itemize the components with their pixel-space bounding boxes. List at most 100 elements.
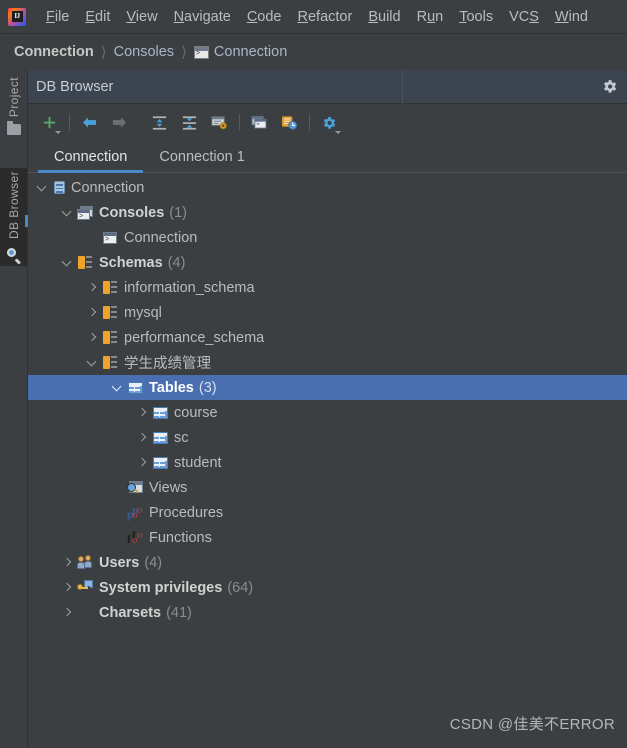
breadcrumb-item-console-label: Connection	[213, 44, 288, 60]
schema-icon	[102, 280, 119, 296]
menu-item-navigate[interactable]: Navigate	[166, 7, 239, 27]
tree-row-label: performance_schema	[124, 329, 265, 346]
chevron-down-icon[interactable]	[111, 381, 124, 394]
menu-item-window[interactable]: Wind	[547, 7, 596, 27]
tree-row[interactable]: sc	[28, 425, 627, 450]
tree-row-label: System privileges	[99, 579, 223, 596]
chevron-right-icon[interactable]	[86, 281, 99, 294]
schema-icon	[102, 305, 119, 321]
tree-row-count: (4)	[144, 554, 163, 571]
tree-row[interactable]: Connection	[28, 225, 627, 250]
back-button[interactable]	[76, 110, 102, 136]
tree-row[interactable]: performance_schema	[28, 325, 627, 350]
sidebar-button-db-browser[interactable]: DB Browser	[0, 168, 28, 267]
tree-row-label: 学生成绩管理	[124, 356, 211, 372]
open-console-button[interactable]: >	[246, 110, 272, 136]
tree-row[interactable]: mysql	[28, 300, 627, 325]
tree-row[interactable]: 学生成绩管理	[28, 350, 627, 375]
table-icon	[152, 405, 169, 421]
consoles-icon	[77, 205, 94, 221]
chevron-right-icon[interactable]	[136, 431, 149, 444]
tree-row[interactable]: Users (4)	[28, 550, 627, 575]
menu-item-view[interactable]: View	[118, 7, 165, 27]
tree-row[interactable]: System privileges (64)	[28, 575, 627, 600]
tab-connection-1[interactable]: Connection 1	[143, 146, 260, 172]
chevron-down-icon[interactable]	[61, 206, 74, 219]
tree-row-count: (4)	[167, 254, 186, 271]
menu-item-edit[interactable]: Edit	[77, 7, 118, 27]
add-button[interactable]	[36, 110, 62, 136]
schemas-icon	[77, 255, 94, 271]
menu-item-vcs[interactable]: VCS	[501, 7, 547, 27]
history-button[interactable]	[276, 110, 302, 136]
watermark: CSDN @佳美不ERROR	[449, 716, 615, 733]
tree-row[interactable]: Consoles(1)	[28, 200, 627, 225]
chevron-right-icon[interactable]	[86, 331, 99, 344]
chevron-down-icon[interactable]	[61, 256, 74, 269]
users-icon	[77, 554, 94, 571]
chevron-right-icon[interactable]	[61, 581, 74, 594]
tree-row-label: student	[174, 454, 222, 471]
chevron-right-icon[interactable]	[136, 456, 149, 469]
tree-row-count: (64)	[227, 579, 254, 596]
schema-icon	[102, 355, 119, 371]
tree-row[interactable]: p p o o Procedures	[28, 500, 627, 525]
menu-item-run[interactable]: Run	[409, 7, 452, 27]
properties-button[interactable]	[206, 110, 232, 136]
expand-all-button[interactable]	[146, 110, 172, 136]
chevron-down-icon[interactable]	[86, 356, 99, 369]
tree-row-count: (41)	[166, 604, 192, 621]
tree-row[interactable]: information_schema	[28, 275, 627, 300]
panel-toolbar: >	[28, 104, 627, 141]
chevron-right-icon[interactable]	[61, 556, 74, 569]
console-icon	[102, 230, 119, 246]
folder-icon	[6, 121, 21, 136]
tree-row-count: (1)	[169, 204, 187, 221]
schema-icon	[102, 330, 119, 346]
toolbar-separator	[239, 114, 240, 131]
sidebar-button-project-label: Project	[6, 77, 21, 118]
settings-button[interactable]	[316, 110, 342, 136]
tree-row[interactable]: Connection	[28, 175, 627, 200]
tab-connection[interactable]: Connection	[38, 146, 144, 173]
breadcrumb: Connection ⟩ Consoles ⟩ Connection	[0, 35, 627, 69]
sidebar-button-project[interactable]: Project	[0, 74, 27, 141]
tree-row-label: Users	[99, 554, 140, 571]
tree-row[interactable]: Views	[28, 475, 627, 500]
tree-row[interactable]: course	[28, 400, 627, 425]
chevron-down-icon	[335, 130, 341, 134]
menu-item-code[interactable]: Code	[239, 7, 290, 27]
tool-window-sidebar: Project DB Browser	[0, 70, 28, 748]
breadcrumb-item-connection[interactable]: Connection	[14, 44, 94, 60]
menu-item-refactor[interactable]: Refactor	[290, 7, 361, 27]
breadcrumb-item-consoles[interactable]: Consoles	[114, 44, 174, 60]
chevron-down-icon[interactable]	[36, 181, 49, 194]
menu-item-file[interactable]: File	[38, 7, 77, 27]
panel-title: DB Browser	[36, 78, 114, 95]
tree-row[interactable]: f f o o Functions	[28, 525, 627, 550]
menu-item-tools[interactable]: Tools	[451, 7, 501, 27]
chevron-right-icon[interactable]	[61, 606, 74, 619]
menu-item-build[interactable]: Build	[360, 7, 408, 27]
tree-row-label: Views	[149, 479, 188, 496]
tree-row-label: course	[174, 404, 218, 421]
tree-row[interactable]: student	[28, 450, 627, 475]
breadcrumb-separator: ⟩	[181, 44, 187, 61]
no-icon	[77, 605, 94, 621]
gear-icon[interactable]	[601, 78, 618, 95]
breadcrumb-item-console[interactable]: Connection	[193, 44, 288, 60]
privileges-icon	[77, 579, 94, 596]
tree-row-label: Procedures	[149, 504, 224, 521]
chevron-right-icon[interactable]	[86, 306, 99, 319]
db-browser-panel: DB Browser > Connection Connection 1 Con…	[28, 70, 627, 748]
forward-button[interactable]	[106, 110, 132, 136]
panel-header: DB Browser	[28, 70, 627, 104]
tree-row[interactable]: Tables (3)	[28, 375, 627, 400]
collapse-all-button[interactable]	[176, 110, 202, 136]
db-tree: ConnectionConsoles(1)ConnectionSchemas(4…	[28, 173, 627, 747]
tree-row[interactable]: Charsets (41)	[28, 600, 627, 625]
tree-row[interactable]: Schemas (4)	[28, 250, 627, 275]
chevron-right-icon[interactable]	[136, 406, 149, 419]
